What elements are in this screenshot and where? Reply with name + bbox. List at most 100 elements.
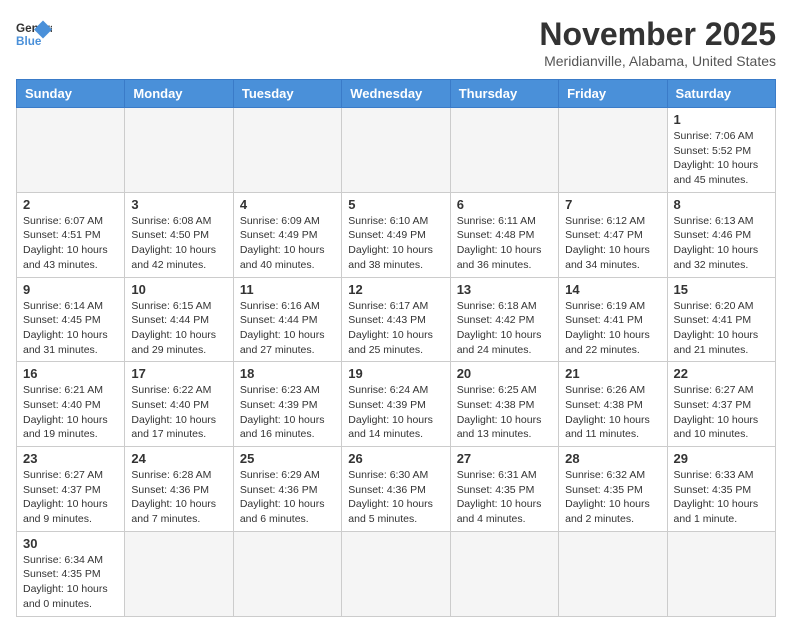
calendar-cell <box>342 108 450 193</box>
calendar-cell <box>17 108 125 193</box>
day-info: Sunrise: 6:20 AM Sunset: 4:41 PM Dayligh… <box>674 299 769 358</box>
day-number: 27 <box>457 451 552 466</box>
calendar-cell: 14 Sunrise: 6:19 AM Sunset: 4:41 PM Dayli… <box>559 277 667 362</box>
calendar-cell: 15 Sunrise: 6:20 AM Sunset: 4:41 PM Dayli… <box>667 277 775 362</box>
day-number: 26 <box>348 451 443 466</box>
day-number: 17 <box>131 366 226 381</box>
calendar-cell: 7 Sunrise: 6:12 AM Sunset: 4:47 PM Daylig… <box>559 192 667 277</box>
day-info: Sunrise: 6:27 AM Sunset: 4:37 PM Dayligh… <box>23 468 118 527</box>
calendar-cell: 8 Sunrise: 6:13 AM Sunset: 4:46 PM Daylig… <box>667 192 775 277</box>
day-info: Sunrise: 6:09 AM Sunset: 4:49 PM Dayligh… <box>240 214 335 273</box>
day-number: 8 <box>674 197 769 212</box>
calendar-cell: 26 Sunrise: 6:30 AM Sunset: 4:36 PM Dayli… <box>342 447 450 532</box>
day-number: 22 <box>674 366 769 381</box>
day-info: Sunrise: 6:15 AM Sunset: 4:44 PM Dayligh… <box>131 299 226 358</box>
calendar-cell <box>667 531 775 616</box>
day-info: Sunrise: 6:17 AM Sunset: 4:43 PM Dayligh… <box>348 299 443 358</box>
weekday-header-sunday: Sunday <box>17 80 125 108</box>
day-info: Sunrise: 6:13 AM Sunset: 4:46 PM Dayligh… <box>674 214 769 273</box>
day-number: 28 <box>565 451 660 466</box>
calendar-cell: 22 Sunrise: 6:27 AM Sunset: 4:37 PM Dayli… <box>667 362 775 447</box>
month-title: November 2025 <box>539 16 776 53</box>
page-header: General Blue November 2025 Meridianville… <box>16 16 776 69</box>
day-number: 23 <box>23 451 118 466</box>
calendar-cell: 6 Sunrise: 6:11 AM Sunset: 4:48 PM Daylig… <box>450 192 558 277</box>
day-info: Sunrise: 6:12 AM Sunset: 4:47 PM Dayligh… <box>565 214 660 273</box>
calendar-cell <box>559 531 667 616</box>
day-number: 19 <box>348 366 443 381</box>
day-number: 11 <box>240 282 335 297</box>
calendar-cell <box>450 531 558 616</box>
calendar-cell: 27Sunrise: 6:31 AM Sunset: 4:35 PM Dayli… <box>450 447 558 532</box>
calendar-cell: 17 Sunrise: 6:22 AM Sunset: 4:40 PM Dayli… <box>125 362 233 447</box>
day-info: Sunrise: 6:33 AM Sunset: 4:35 PM Dayligh… <box>674 468 769 527</box>
calendar-cell <box>342 531 450 616</box>
day-number: 24 <box>131 451 226 466</box>
day-info: Sunrise: 6:26 AM Sunset: 4:38 PM Dayligh… <box>565 383 660 442</box>
calendar-cell: 30Sunrise: 6:34 AM Sunset: 4:35 PM Dayli… <box>17 531 125 616</box>
day-info: Sunrise: 7:06 AM Sunset: 5:52 PM Dayligh… <box>674 129 769 188</box>
day-info: Sunrise: 6:28 AM Sunset: 4:36 PM Dayligh… <box>131 468 226 527</box>
day-info: Sunrise: 6:08 AM Sunset: 4:50 PM Dayligh… <box>131 214 226 273</box>
weekday-header-wednesday: Wednesday <box>342 80 450 108</box>
calendar-cell: 24 Sunrise: 6:28 AM Sunset: 4:36 PM Dayli… <box>125 447 233 532</box>
day-number: 25 <box>240 451 335 466</box>
day-number: 15 <box>674 282 769 297</box>
day-info: Sunrise: 6:14 AM Sunset: 4:45 PM Dayligh… <box>23 299 118 358</box>
calendar-cell <box>125 108 233 193</box>
day-info: Sunrise: 6:27 AM Sunset: 4:37 PM Dayligh… <box>674 383 769 442</box>
day-number: 29 <box>674 451 769 466</box>
day-number: 12 <box>348 282 443 297</box>
calendar-cell: 28 Sunrise: 6:32 AM Sunset: 4:35 PM Dayli… <box>559 447 667 532</box>
day-number: 4 <box>240 197 335 212</box>
day-number: 14 <box>565 282 660 297</box>
logo: General Blue <box>16 16 52 52</box>
day-info: Sunrise: 6:18 AM Sunset: 4:42 PM Dayligh… <box>457 299 552 358</box>
calendar-cell <box>450 108 558 193</box>
day-number: 5 <box>348 197 443 212</box>
day-number: 3 <box>131 197 226 212</box>
calendar-cell <box>125 531 233 616</box>
calendar-cell: 4 Sunrise: 6:09 AM Sunset: 4:49 PM Daylig… <box>233 192 341 277</box>
calendar-cell: 19Sunrise: 6:24 AM Sunset: 4:39 PM Dayli… <box>342 362 450 447</box>
calendar-cell: 3 Sunrise: 6:08 AM Sunset: 4:50 PM Daylig… <box>125 192 233 277</box>
day-info: Sunrise: 6:30 AM Sunset: 4:36 PM Dayligh… <box>348 468 443 527</box>
calendar-cell: 16Sunrise: 6:21 AM Sunset: 4:40 PM Dayli… <box>17 362 125 447</box>
day-number: 7 <box>565 197 660 212</box>
calendar-cell: 12 Sunrise: 6:17 AM Sunset: 4:43 PM Dayli… <box>342 277 450 362</box>
day-number: 21 <box>565 366 660 381</box>
calendar-cell: 23 Sunrise: 6:27 AM Sunset: 4:37 PM Dayli… <box>17 447 125 532</box>
day-info: Sunrise: 6:25 AM Sunset: 4:38 PM Dayligh… <box>457 383 552 442</box>
calendar-cell: 13Sunrise: 6:18 AM Sunset: 4:42 PM Dayli… <box>450 277 558 362</box>
calendar-week-row: 23 Sunrise: 6:27 AM Sunset: 4:37 PM Dayli… <box>17 447 776 532</box>
title-block: November 2025 Meridianville, Alabama, Un… <box>539 16 776 69</box>
calendar-cell <box>233 108 341 193</box>
day-info: Sunrise: 6:22 AM Sunset: 4:40 PM Dayligh… <box>131 383 226 442</box>
calendar-cell: 21 Sunrise: 6:26 AM Sunset: 4:38 PM Dayli… <box>559 362 667 447</box>
weekday-header-tuesday: Tuesday <box>233 80 341 108</box>
weekday-header-row: SundayMondayTuesdayWednesdayThursdayFrid… <box>17 80 776 108</box>
calendar-week-row: 2Sunrise: 6:07 AM Sunset: 4:51 PM Daylig… <box>17 192 776 277</box>
calendar-cell: 1 Sunrise: 7:06 AM Sunset: 5:52 PM Daylig… <box>667 108 775 193</box>
calendar-table: SundayMondayTuesdayWednesdayThursdayFrid… <box>16 79 776 617</box>
logo-icon: General Blue <box>16 16 52 52</box>
day-info: Sunrise: 6:19 AM Sunset: 4:41 PM Dayligh… <box>565 299 660 358</box>
calendar-week-row: 16Sunrise: 6:21 AM Sunset: 4:40 PM Dayli… <box>17 362 776 447</box>
calendar-cell: 10Sunrise: 6:15 AM Sunset: 4:44 PM Dayli… <box>125 277 233 362</box>
calendar-cell: 29 Sunrise: 6:33 AM Sunset: 4:35 PM Dayli… <box>667 447 775 532</box>
day-number: 20 <box>457 366 552 381</box>
day-number: 1 <box>674 112 769 127</box>
calendar-cell <box>559 108 667 193</box>
day-info: Sunrise: 6:29 AM Sunset: 4:36 PM Dayligh… <box>240 468 335 527</box>
day-info: Sunrise: 6:32 AM Sunset: 4:35 PM Dayligh… <box>565 468 660 527</box>
calendar-week-row: 1 Sunrise: 7:06 AM Sunset: 5:52 PM Daylig… <box>17 108 776 193</box>
day-number: 9 <box>23 282 118 297</box>
day-info: Sunrise: 6:16 AM Sunset: 4:44 PM Dayligh… <box>240 299 335 358</box>
calendar-cell: 5Sunrise: 6:10 AM Sunset: 4:49 PM Daylig… <box>342 192 450 277</box>
calendar-week-row: 9 Sunrise: 6:14 AM Sunset: 4:45 PM Daylig… <box>17 277 776 362</box>
day-info: Sunrise: 6:11 AM Sunset: 4:48 PM Dayligh… <box>457 214 552 273</box>
day-number: 6 <box>457 197 552 212</box>
day-info: Sunrise: 6:34 AM Sunset: 4:35 PM Dayligh… <box>23 553 118 612</box>
calendar-cell: 18Sunrise: 6:23 AM Sunset: 4:39 PM Dayli… <box>233 362 341 447</box>
calendar-cell: 20 Sunrise: 6:25 AM Sunset: 4:38 PM Dayli… <box>450 362 558 447</box>
